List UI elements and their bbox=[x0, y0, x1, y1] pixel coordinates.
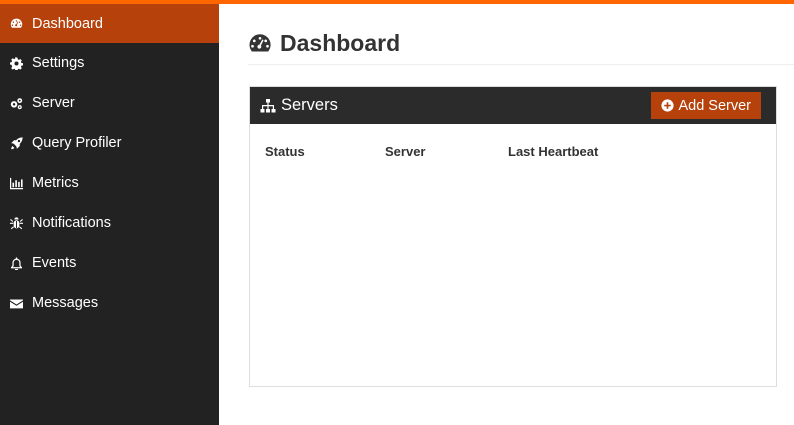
bar-chart-icon bbox=[0, 177, 32, 190]
sidebar-item-notifications[interactable]: Notifications bbox=[0, 203, 219, 243]
sidebar-item-label: Events bbox=[32, 255, 77, 271]
title-divider bbox=[248, 64, 794, 65]
sidebar-item-label: Metrics bbox=[32, 175, 79, 191]
plus-circle-icon bbox=[661, 99, 675, 112]
servers-panel-title-text: Servers bbox=[281, 96, 338, 114]
servers-panel: Servers Add Server Status Server Last He… bbox=[249, 86, 777, 387]
gear-icon bbox=[0, 56, 32, 70]
sidebar: Dashboard Settings Server Query Profiler… bbox=[0, 4, 219, 425]
sidebar-item-query-profiler[interactable]: Query Profiler bbox=[0, 123, 219, 163]
sidebar-item-metrics[interactable]: Metrics bbox=[0, 163, 219, 203]
bug-icon bbox=[0, 216, 32, 230]
column-header-server[interactable]: Server bbox=[385, 144, 425, 159]
sidebar-item-settings[interactable]: Settings bbox=[0, 43, 219, 83]
add-server-label: Add Server bbox=[678, 97, 751, 114]
sidebar-item-label: Notifications bbox=[32, 215, 111, 231]
column-header-last-heartbeat[interactable]: Last Heartbeat bbox=[508, 144, 598, 159]
add-server-button[interactable]: Add Server bbox=[651, 92, 761, 119]
page-title: Dashboard bbox=[248, 30, 400, 57]
sidebar-item-label: Settings bbox=[32, 55, 85, 71]
sidebar-item-label: Server bbox=[32, 95, 75, 111]
sidebar-item-server[interactable]: Server bbox=[0, 83, 219, 123]
dashboard-icon bbox=[0, 17, 32, 30]
sidebar-item-label: Messages bbox=[32, 295, 99, 311]
sidebar-item-dashboard[interactable]: Dashboard bbox=[0, 4, 219, 43]
sidebar-item-label: Dashboard bbox=[32, 15, 103, 32]
gears-icon bbox=[0, 97, 32, 110]
sidebar-item-events[interactable]: Events bbox=[0, 243, 219, 283]
sitemap-icon bbox=[260, 98, 276, 112]
envelope-icon bbox=[0, 297, 32, 310]
sidebar-item-label: Query Profiler bbox=[32, 135, 122, 151]
page-title-text: Dashboard bbox=[280, 30, 401, 56]
main-content: Dashboard Servers Add Server Status Serv… bbox=[219, 4, 794, 425]
servers-panel-header: Servers Add Server bbox=[250, 87, 776, 124]
sidebar-item-messages[interactable]: Messages bbox=[0, 283, 219, 323]
rocket-icon bbox=[0, 136, 32, 150]
bell-icon bbox=[0, 256, 32, 270]
column-header-status[interactable]: Status bbox=[265, 144, 305, 159]
dashboard-icon bbox=[249, 33, 271, 51]
servers-panel-title: Servers bbox=[260, 96, 338, 115]
